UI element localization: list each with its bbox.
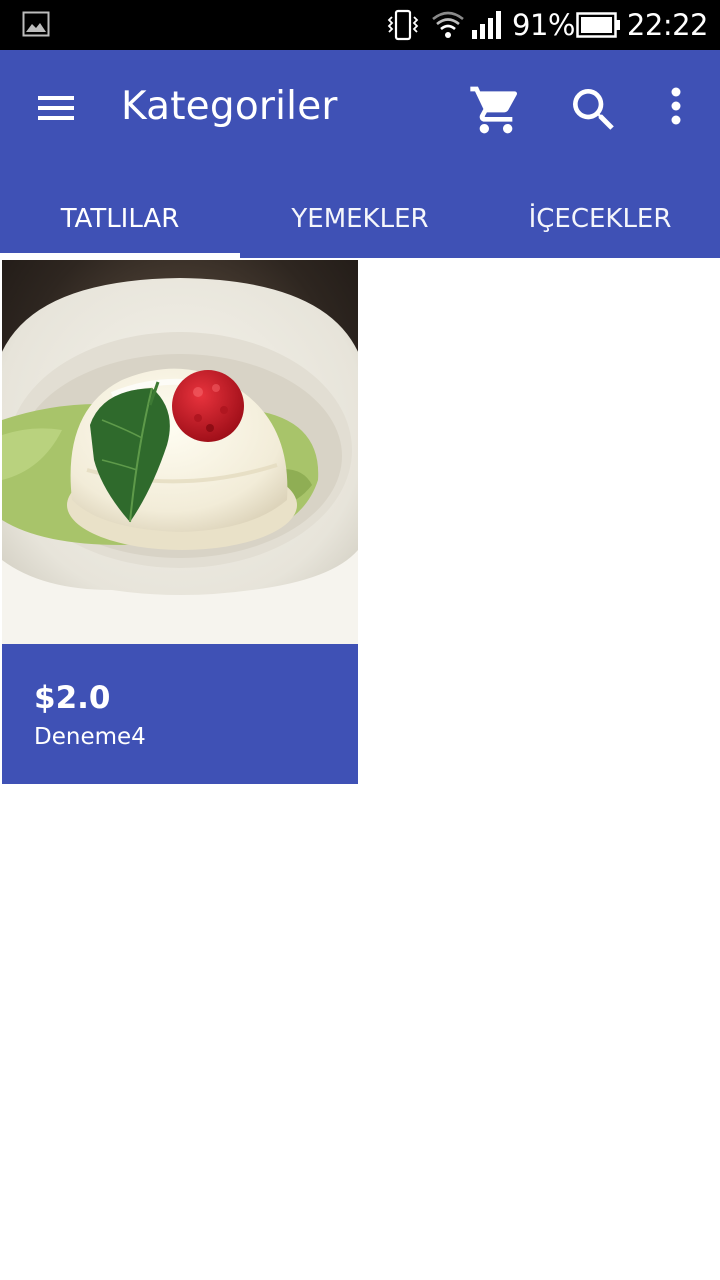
more-vert-icon: [656, 87, 696, 142]
signal-icon: [470, 10, 504, 45]
battery-icon: [576, 12, 622, 43]
product-info: $2.0 Deneme4: [2, 644, 358, 784]
app-bar: Kategoriler TATLILAR YEMEKLER İÇECEKLER: [0, 50, 720, 258]
tab-label: İÇECEKLER: [528, 204, 672, 234]
more-options-button[interactable]: [656, 82, 696, 138]
status-bar: 91% 22:22: [0, 0, 720, 50]
cart-icon: [468, 86, 524, 142]
search-icon: [566, 89, 622, 142]
tab-yemekler[interactable]: YEMEKLER: [240, 180, 480, 258]
product-card[interactable]: $2.0 Deneme4: [2, 260, 358, 784]
page-title: Kategoriler: [121, 84, 338, 129]
tab-label: TATLILAR: [60, 204, 180, 234]
product-price: $2.0: [34, 680, 111, 716]
category-tabs: TATLILAR YEMEKLER İÇECEKLER: [0, 180, 720, 258]
menu-button[interactable]: [26, 82, 86, 132]
tab-label: YEMEKLER: [291, 204, 429, 234]
search-button[interactable]: [566, 82, 622, 138]
wifi-icon: [431, 9, 465, 46]
tab-icecekler[interactable]: İÇECEKLER: [480, 180, 720, 258]
vibrate-icon: [386, 9, 420, 46]
cart-button[interactable]: [468, 82, 524, 138]
product-name: Deneme4: [34, 724, 146, 750]
clock: 22:22: [626, 8, 709, 42]
tab-tatlilar[interactable]: TATLILAR: [0, 180, 240, 258]
tab-indicator: [0, 253, 240, 258]
battery-percent: 91%: [512, 8, 575, 42]
gallery-icon: [22, 11, 50, 42]
product-image: [2, 260, 358, 644]
